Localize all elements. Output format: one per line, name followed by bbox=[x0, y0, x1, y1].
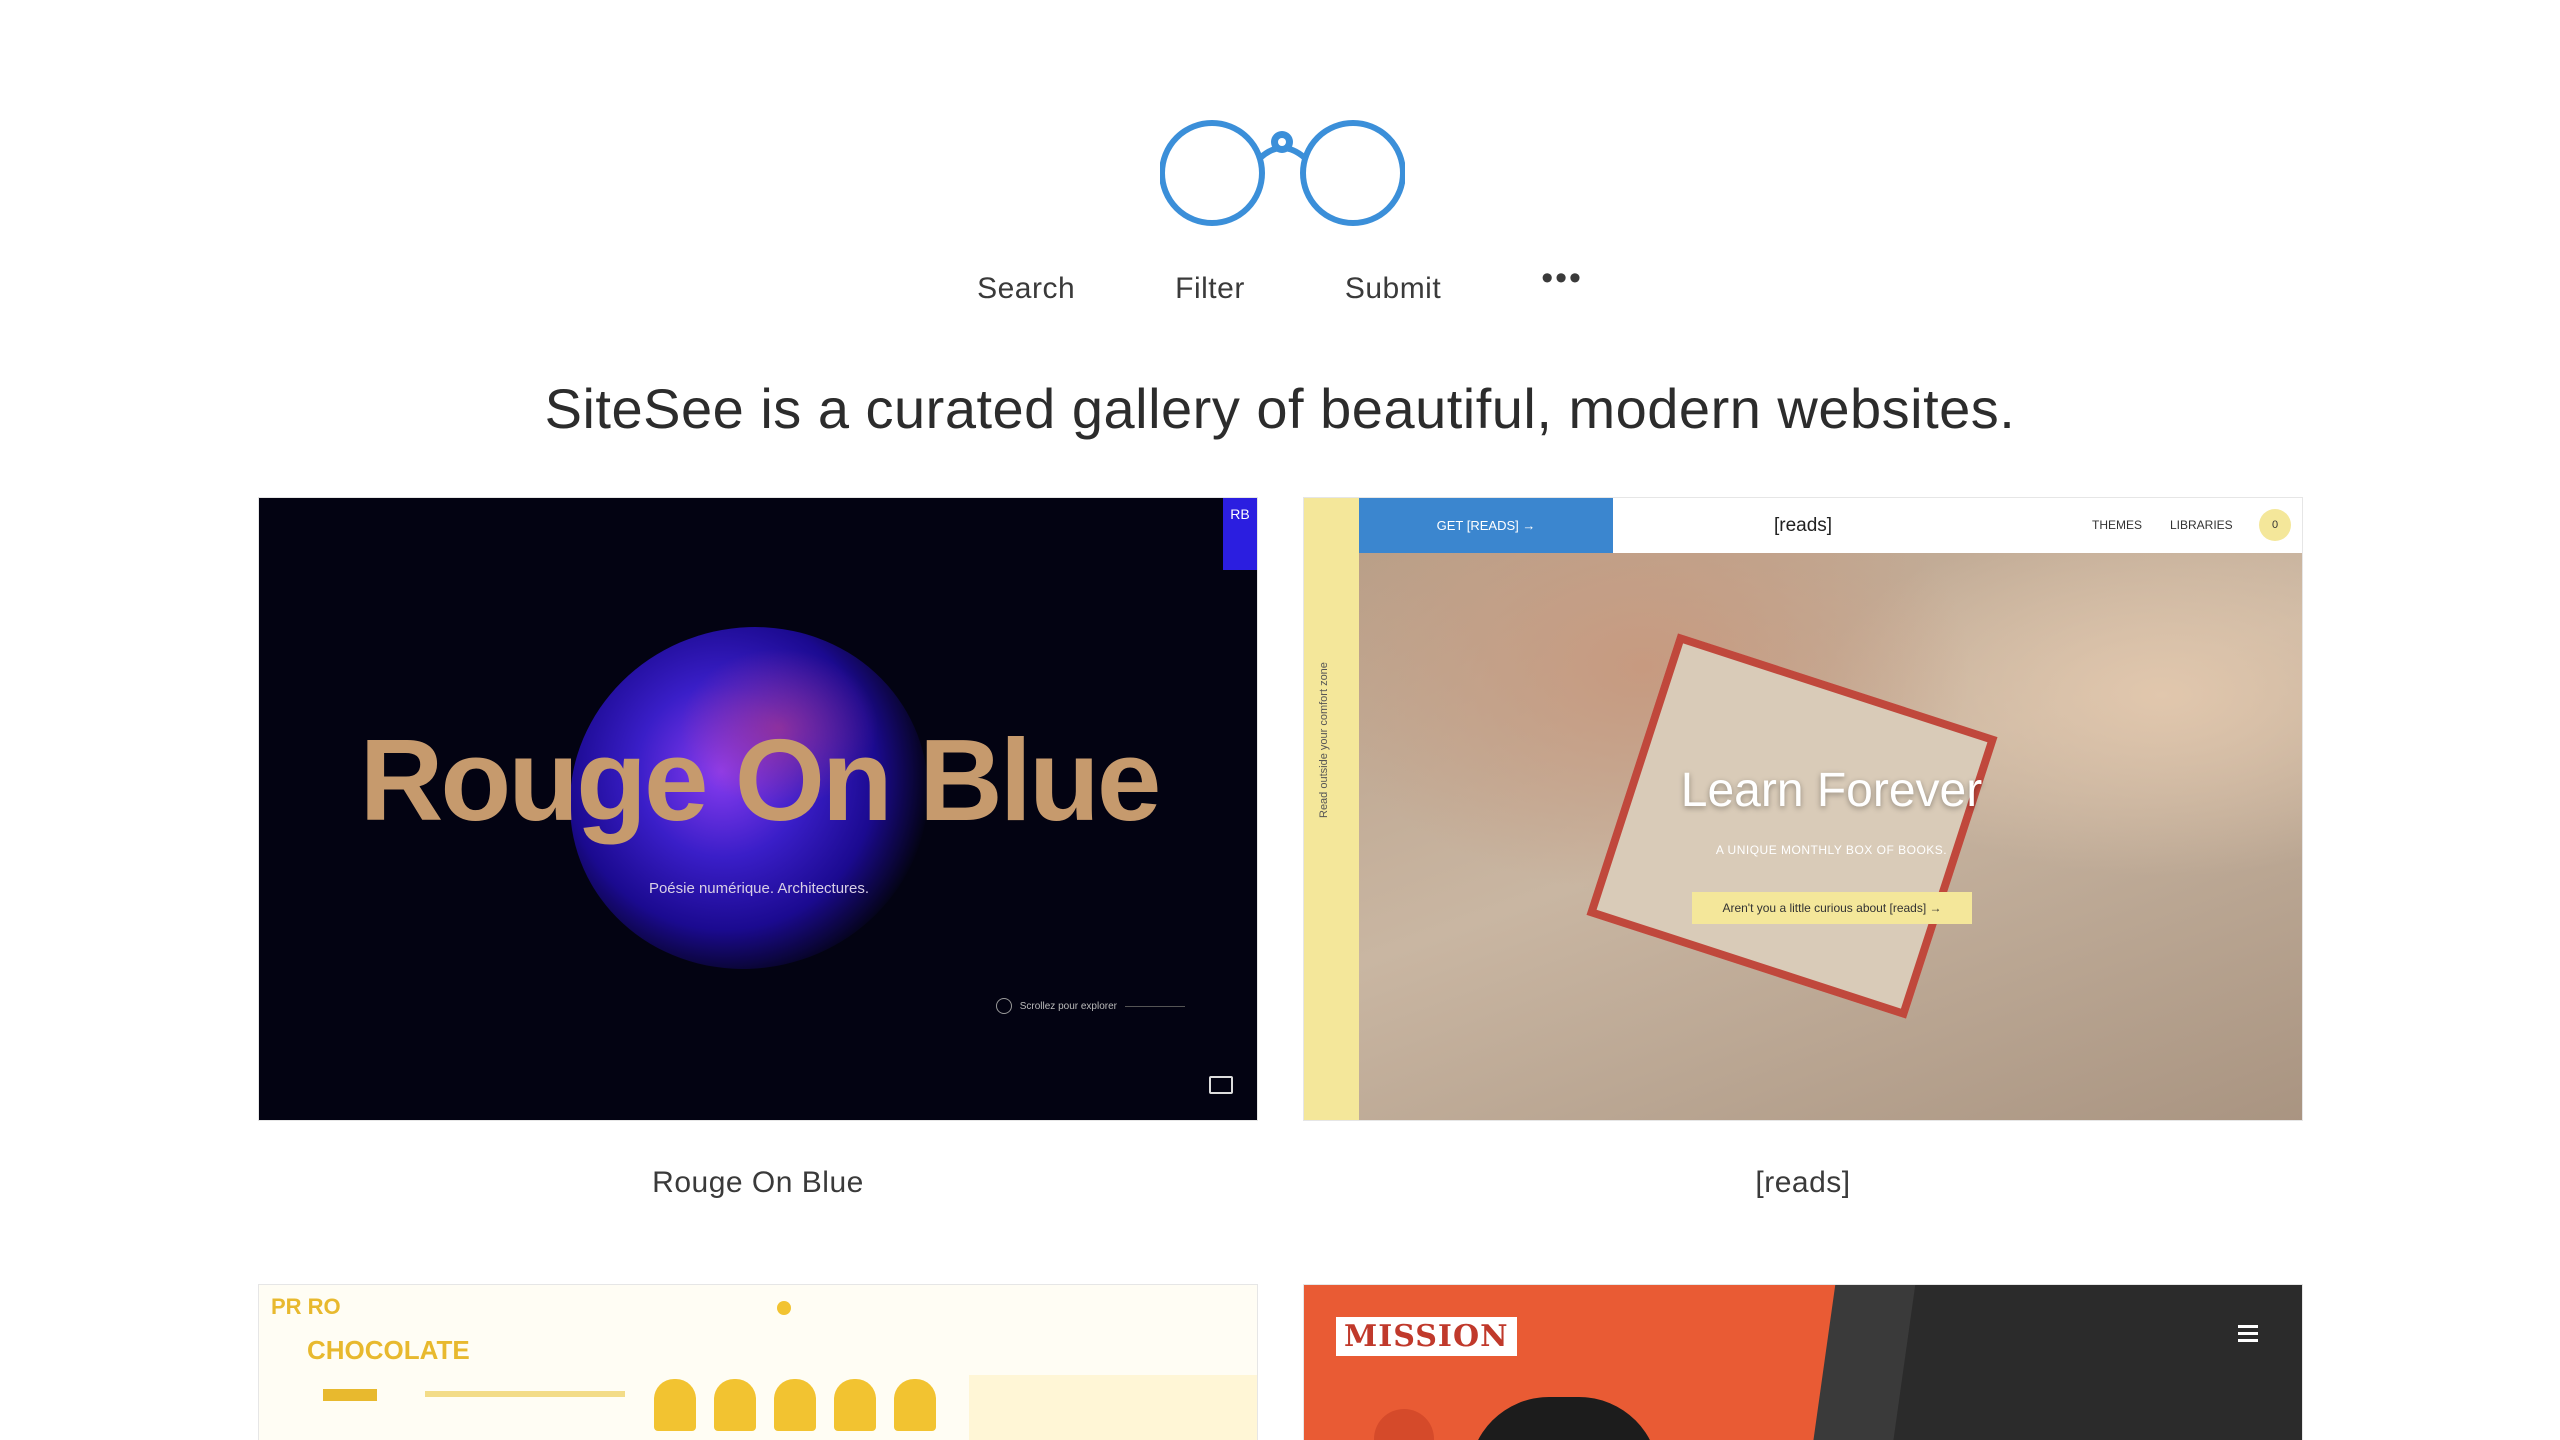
cart-badge: 0 bbox=[2259, 509, 2291, 541]
preview-headline: Learn Forever bbox=[1680, 764, 1983, 817]
gallery-caption[interactable]: [reads] bbox=[1303, 1166, 2303, 1200]
sun-icon bbox=[777, 1301, 791, 1315]
nav-filter[interactable]: Filter bbox=[1175, 272, 1245, 306]
preview-title: Rouge On Blue bbox=[359, 715, 1162, 845]
preview-tagline: A UNIQUE MONTHLY BOX OF BOOKS. bbox=[1715, 843, 1948, 857]
preview-label: MISSION bbox=[1336, 1317, 1517, 1356]
chevron-down-icon bbox=[995, 998, 1012, 1014]
main-nav: Search Filter Submit ••• bbox=[0, 261, 2560, 306]
preview-nav bbox=[425, 1391, 625, 1397]
preview-nav-themes: THEMES bbox=[2092, 518, 2143, 532]
gallery-card-reads[interactable]: Read outside your comfort zone GET [READ… bbox=[1303, 497, 2303, 1121]
preview-panel bbox=[969, 1375, 1257, 1440]
preview-illustration bbox=[654, 1379, 944, 1440]
preview-sidebar bbox=[1304, 498, 1359, 1120]
nav-search[interactable]: Search bbox=[977, 272, 1075, 306]
divider bbox=[1125, 1005, 1185, 1007]
hamburger-menu-icon bbox=[2238, 1325, 2258, 1346]
gallery-card-rouge-on-blue[interactable]: Rouge On Blue Poésie numérique. Architec… bbox=[258, 497, 1258, 1121]
more-menu-icon[interactable]: ••• bbox=[1541, 261, 1583, 300]
scroll-hint-text: Scrollez pour explorer bbox=[1019, 1000, 1117, 1012]
gallery-card-chocolate[interactable]: PR RO CHOCOLATE bbox=[258, 1284, 1258, 1440]
sidebar-text: Read outside your comfort zone bbox=[1318, 662, 1330, 818]
gallery-card-mission[interactable]: MISSION bbox=[1303, 1284, 2303, 1440]
preview-cta: Aren't you a little curious about [reads… bbox=[1692, 892, 1972, 924]
preview-subtitle: Poésie numérique. Architectures. bbox=[648, 880, 870, 897]
sitesee-page: Search Filter Submit ••• SiteSee is a cu… bbox=[0, 0, 2560, 1440]
preview-badge: RB bbox=[1223, 498, 1257, 570]
mail-icon bbox=[1209, 1076, 1233, 1094]
scroll-hint: Scrollez pour explorer bbox=[995, 998, 1185, 1014]
preview-tag bbox=[323, 1389, 377, 1401]
preview-nav-libraries: LIBRARIES bbox=[2170, 518, 2233, 532]
gallery-caption[interactable]: Rouge On Blue bbox=[258, 1166, 1258, 1200]
preview-brand: [reads] bbox=[1774, 515, 1833, 536]
get-reads-button: GET [READS] → bbox=[1359, 498, 1613, 553]
preview-title: CHOCOLATE bbox=[307, 1335, 470, 1365]
page-tagline: SiteSee is a curated gallery of beautifu… bbox=[544, 377, 2016, 440]
preview-logo: PR RO bbox=[271, 1294, 341, 1319]
binoculars-icon[interactable] bbox=[1160, 118, 1405, 228]
nav-submit[interactable]: Submit bbox=[1345, 272, 1441, 306]
